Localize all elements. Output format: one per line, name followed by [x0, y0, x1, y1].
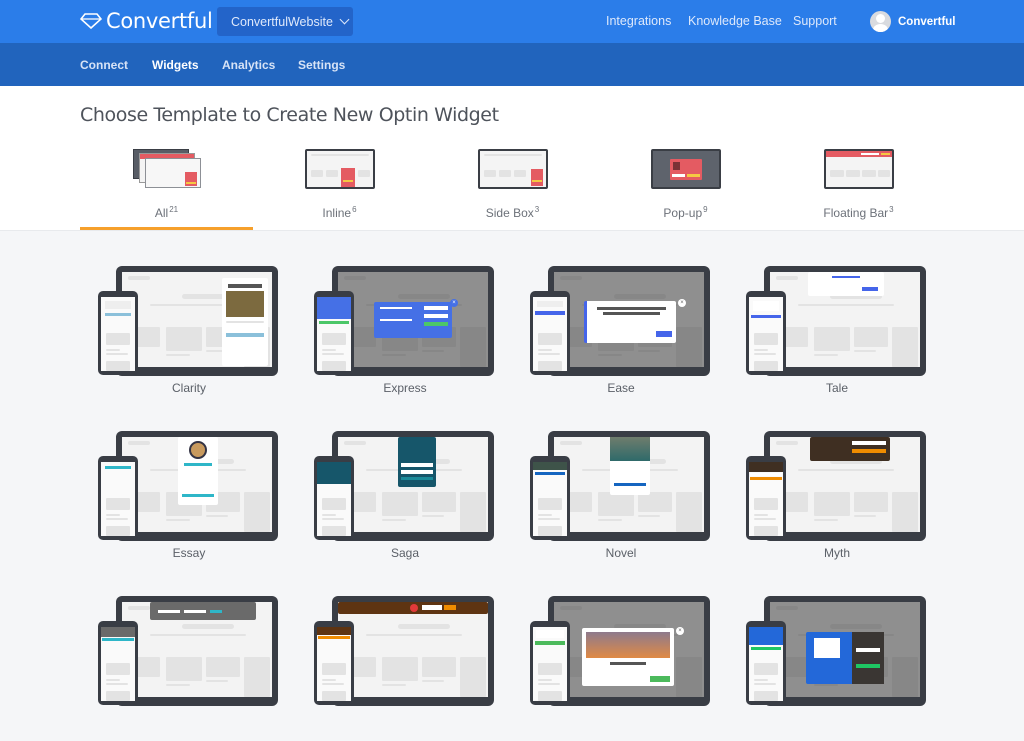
page-title: Choose Template to Create New Optin Widg…	[80, 104, 499, 126]
filter-pop-up[interactable]: Pop-up9	[599, 138, 772, 231]
tab-connect[interactable]: Connect	[80, 58, 128, 72]
tab-settings[interactable]: Settings	[298, 58, 345, 72]
phone-preview	[746, 456, 786, 540]
laptop-preview	[764, 596, 926, 706]
template-card[interactable]: ×	[530, 591, 712, 741]
all-types-thumbnail-icon	[133, 149, 201, 189]
filter-inline-label: Inline	[322, 206, 352, 220]
filter-floating-bar-label: Floating Bar	[823, 206, 889, 220]
template-name: Clarity	[171, 381, 206, 395]
chevron-down-icon	[339, 14, 350, 25]
laptop-preview: ×	[548, 266, 710, 376]
filter-pop-up-count: 9	[703, 205, 708, 214]
inline-thumbnail-icon	[304, 149, 375, 189]
phone-preview	[98, 456, 138, 540]
template-card[interactable]: Tale	[746, 261, 928, 411]
laptop-preview	[764, 266, 926, 376]
template-card[interactable]: × Express	[314, 261, 496, 411]
phone-preview	[530, 456, 570, 540]
pop-up-thumbnail-icon	[650, 149, 721, 189]
filter-side-box[interactable]: Side Box3	[426, 138, 599, 231]
phone-preview	[314, 291, 354, 375]
user-name: Convertful	[898, 15, 956, 28]
phone-preview	[314, 456, 354, 540]
template-name: Myth	[823, 546, 850, 560]
avatar	[870, 11, 891, 32]
laptop-preview	[332, 596, 494, 706]
laptop-preview	[332, 431, 494, 541]
laptop-preview	[764, 431, 926, 541]
template-card[interactable]	[314, 591, 496, 741]
filter-all-label: All	[154, 206, 169, 220]
template-name: Express	[383, 381, 427, 395]
laptop-preview	[116, 431, 278, 541]
filter-all-count: 21	[169, 205, 179, 214]
filter-inline-count: 6	[352, 205, 357, 214]
diamond-logo-icon	[80, 13, 102, 29]
knowledge-base-link[interactable]: Knowledge Base	[688, 14, 782, 28]
template-card[interactable]: Clarity	[98, 261, 280, 411]
template-name: Essay	[172, 546, 206, 560]
template-type-panel: Choose Template to Create New Optin Widg…	[0, 86, 1024, 231]
phone-preview	[530, 621, 570, 705]
side-box-thumbnail-icon	[477, 149, 548, 189]
tab-widgets[interactable]: Widgets	[152, 58, 199, 72]
phone-preview	[98, 621, 138, 705]
top-bar: Convertful ConvertfulWebsite Integration…	[0, 0, 1024, 43]
filter-side-box-label: Side Box	[485, 206, 534, 220]
brand-logo[interactable]: Convertful	[80, 9, 213, 33]
template-card[interactable]: Myth	[746, 426, 928, 576]
template-card[interactable]: Essay	[98, 426, 280, 576]
phone-preview	[314, 621, 354, 705]
phone-preview	[746, 291, 786, 375]
filter-inline[interactable]: Inline6	[253, 138, 426, 231]
phone-preview	[530, 291, 570, 375]
template-name: Ease	[607, 381, 635, 395]
laptop-preview	[116, 266, 278, 376]
phone-preview	[746, 621, 786, 705]
filter-floating-bar-count: 3	[889, 205, 894, 214]
website-selector-label: ConvertfulWebsite	[231, 14, 333, 29]
filter-side-box-count: 3	[534, 205, 540, 214]
website-selector[interactable]: ConvertfulWebsite	[217, 7, 353, 36]
filter-all[interactable]: All21	[80, 138, 253, 231]
laptop-preview	[548, 431, 710, 541]
template-card[interactable]: Saga	[314, 426, 496, 576]
template-card[interactable]: × Ease	[530, 261, 712, 411]
template-name: Novel	[605, 546, 637, 560]
filter-pop-up-label: Pop-up	[663, 206, 703, 220]
template-card[interactable]: Novel	[530, 426, 712, 576]
template-card[interactable]	[746, 591, 928, 741]
laptop-preview: ×	[548, 596, 710, 706]
laptop-preview: ×	[332, 266, 494, 376]
integrations-link[interactable]: Integrations	[606, 14, 671, 28]
brand-name: Convertful	[106, 9, 213, 33]
template-card[interactable]	[98, 591, 280, 741]
phone-preview	[98, 291, 138, 375]
floating-bar-thumbnail-icon	[823, 149, 894, 189]
template-name: Saga	[390, 546, 420, 560]
user-menu[interactable]: Convertful	[870, 11, 956, 32]
template-name: Tale	[825, 381, 848, 395]
tab-analytics[interactable]: Analytics	[222, 58, 275, 72]
active-filter-indicator	[80, 227, 253, 230]
laptop-preview	[116, 596, 278, 706]
filter-floating-bar[interactable]: Floating Bar3	[772, 138, 945, 231]
support-link[interactable]: Support	[793, 14, 837, 28]
sub-navigation: Connect Widgets Analytics Settings	[0, 43, 1024, 86]
